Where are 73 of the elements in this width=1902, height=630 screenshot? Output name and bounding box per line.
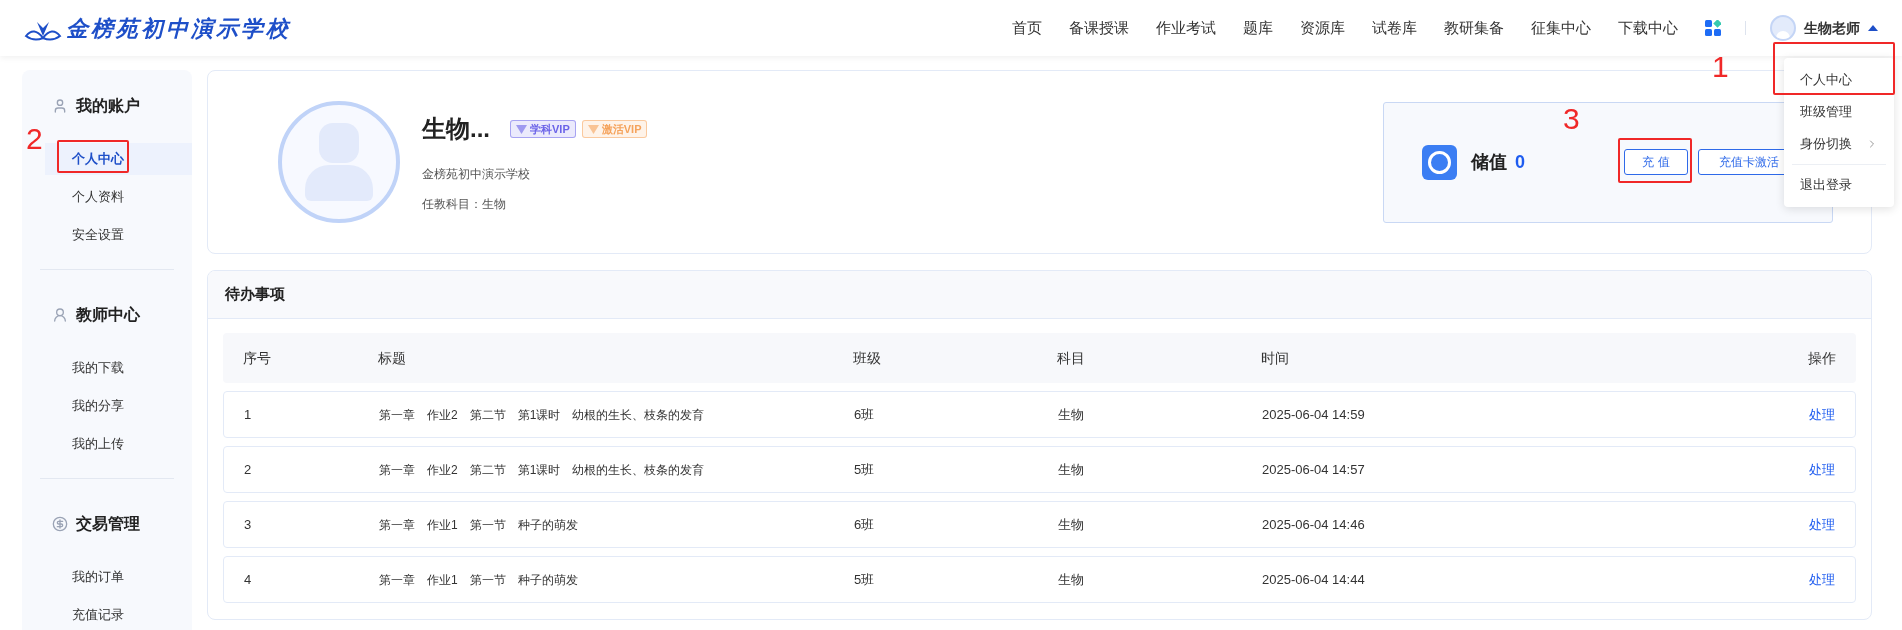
menu-item[interactable]: 班级管理: [1784, 96, 1894, 128]
todo-title: 待办事项: [225, 284, 285, 305]
column-header: 班级: [853, 348, 882, 368]
process-link[interactable]: 处理: [1775, 404, 1835, 425]
annotation-box: [57, 140, 129, 173]
user-icon: [52, 98, 68, 114]
table-cell-text: 第一章 作业2 第二节 第1课时 幼根的生长、枝条的发育: [379, 461, 706, 479]
sidebar-item[interactable]: 我的订单: [45, 561, 192, 593]
avatar-icon: [1770, 15, 1796, 41]
table-cell-text: 1: [244, 405, 253, 424]
apps-icon[interactable]: [1705, 20, 1721, 36]
nav-link[interactable]: 题库: [1243, 16, 1273, 40]
caret-icon: [1868, 25, 1878, 31]
table-cell-text: 生物: [1058, 460, 1085, 479]
table-cell-text: 2: [244, 460, 253, 479]
nav-link[interactable]: 征集中心: [1531, 16, 1591, 40]
column-header: 标题: [378, 348, 407, 368]
nav-link[interactable]: 首页: [1012, 16, 1042, 40]
table-cell-text: 生物: [1058, 570, 1085, 589]
sidebar-item[interactable]: 安全设置: [45, 219, 192, 251]
annotation-number: 1: [1712, 52, 1729, 82]
vip-badge: 激活VIP: [581, 120, 648, 138]
column-header: 序号: [243, 348, 272, 368]
sidebar-section-title: 我的账户: [76, 96, 140, 116]
balance-label: 储值: [1471, 150, 1507, 174]
column-header: 科目: [1057, 348, 1086, 368]
table-cell-text: 6班: [854, 405, 876, 424]
table-cell-text: 6班: [854, 515, 876, 534]
user-name: 生物...: [422, 114, 490, 144]
table-cell-text: 生物: [1058, 405, 1085, 424]
table-cell-text: 2025-06-04 14:44: [1262, 570, 1366, 589]
process-link[interactable]: 处理: [1775, 569, 1835, 590]
sidebar-item[interactable]: 充值记录: [45, 599, 192, 630]
balance-value: 0: [1515, 150, 1525, 174]
sidebar-item[interactable]: 我的下载: [45, 352, 192, 384]
table-cell-text: 2025-06-04 14:59: [1262, 405, 1366, 424]
nav-link[interactable]: 试卷库: [1372, 16, 1417, 40]
process-link[interactable]: 处理: [1775, 459, 1835, 480]
sidebar-item[interactable]: 我的上传: [45, 428, 192, 460]
table-cell-text: 第一章 作业2 第二节 第1课时 幼根的生长、枝条的发育: [379, 406, 706, 424]
school-logo-text: 金榜苑初中演示学校: [66, 14, 291, 43]
person-icon: [52, 307, 68, 323]
table-cell-text: 4: [244, 570, 253, 589]
process-link[interactable]: 处理: [1775, 514, 1835, 535]
annotation-number: 2: [26, 124, 43, 154]
nav-link[interactable]: 作业考试: [1156, 16, 1216, 40]
school-name: 金榜苑初中演示学校: [422, 166, 531, 183]
table-cell-text: 生物: [1058, 515, 1085, 534]
table-cell-text: 2025-06-04 14:46: [1262, 515, 1366, 534]
user-menu-button[interactable]: 生物老师: [1770, 15, 1878, 41]
table-cell-text: 5班: [854, 570, 876, 589]
column-header: 时间: [1261, 348, 1290, 368]
recharge-button[interactable]: 充 值: [1624, 149, 1688, 175]
annotation-number: 3: [1563, 104, 1580, 134]
nav-link[interactable]: 备课授课: [1069, 16, 1129, 40]
sidebar-section-title: 教师中心: [76, 305, 140, 325]
coin-icon: [52, 516, 68, 532]
table-cell-text: 第一章 作业1 第一节 种子的萌发: [379, 516, 579, 534]
table-cell-text: 3: [244, 515, 253, 534]
nav-link[interactable]: 资源库: [1300, 16, 1345, 40]
menu-item[interactable]: 个人中心: [1784, 64, 1894, 96]
sidebar-item[interactable]: 个人中心: [45, 143, 192, 175]
teaching-subject: 任教科目：生物: [422, 196, 507, 213]
nav-link[interactable]: 下载中心: [1618, 16, 1678, 40]
vip-badge: 学科VIP: [510, 120, 576, 138]
table-cell-text: 5班: [854, 460, 876, 479]
table-cell-text: 2025-06-04 14:57: [1262, 460, 1366, 479]
table-cell-text: 第一章 作业1 第一节 种子的萌发: [379, 571, 579, 589]
column-header: 操作: [1807, 348, 1836, 368]
sidebar-section-title: 交易管理: [76, 514, 140, 534]
sidebar-item[interactable]: 我的分享: [45, 390, 192, 422]
nav-link[interactable]: 教研集备: [1444, 16, 1504, 40]
sidebar-item[interactable]: 个人资料: [45, 181, 192, 213]
